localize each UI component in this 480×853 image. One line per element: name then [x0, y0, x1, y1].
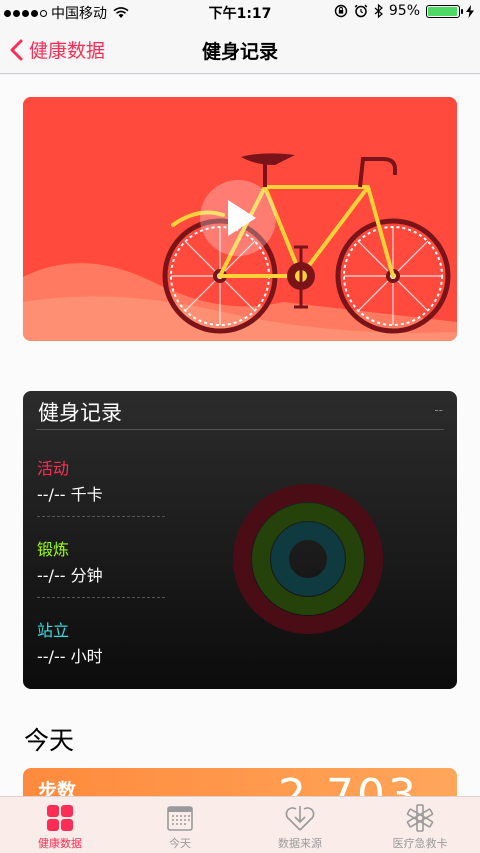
metric-exercise-label: 锻炼	[37, 540, 70, 559]
orientation-lock-icon	[334, 4, 348, 18]
status-bar: 中国移动 下午1:17 95%	[0, 0, 480, 24]
tab-label: 今天	[169, 837, 191, 850]
metric-stand-value: --/-- 小时	[37, 647, 103, 666]
divider	[37, 597, 165, 598]
metric-exercise: 锻炼 --/-- 分钟	[37, 536, 165, 586]
calendar-icon	[167, 806, 193, 831]
steps-value: 2,703	[278, 770, 419, 796]
battery-percent: 95%	[388, 3, 420, 19]
metric-move-label: 活动	[37, 459, 70, 478]
today-section-title: 今天	[24, 726, 75, 755]
asterisk-icon	[406, 804, 434, 832]
divider	[37, 516, 165, 517]
status-right: 95%	[334, 3, 474, 19]
divider	[36, 429, 444, 430]
bluetooth-icon	[374, 4, 383, 18]
heart-download-icon	[285, 806, 315, 831]
fitness-summary-card[interactable]: 健身记录 -- 活动 --/-- 千卡 锻炼 --/-- 分钟 站立 --/--…	[23, 391, 457, 689]
play-icon[interactable]	[200, 180, 276, 256]
navigation-bar: 健康数据 健身记录	[0, 24, 480, 74]
tab-label: 数据来源	[278, 837, 322, 850]
fitness-card-title: 健身记录	[38, 401, 122, 425]
tab-today[interactable]: 今天	[120, 797, 240, 853]
steps-label: 步数	[38, 780, 77, 796]
tab-health-data[interactable]: 健康数据	[0, 797, 120, 853]
grid-icon	[47, 805, 73, 831]
battery-level-fill	[428, 6, 457, 16]
bicycle-illustration	[23, 97, 457, 341]
tab-bar: 健康数据 今天 数据来源 医疗急救卡	[0, 796, 480, 853]
tab-label: 医疗急救卡	[392, 837, 448, 850]
metric-move-value: --/-- 千卡	[37, 485, 103, 504]
alarm-icon	[354, 4, 368, 18]
intro-video-card[interactable]	[23, 97, 457, 341]
metric-stand-label: 站立	[37, 621, 70, 640]
charging-icon	[466, 4, 474, 18]
page-title: 健身记录	[201, 41, 278, 63]
tab-medical-id[interactable]: 医疗急救卡	[360, 797, 480, 853]
metric-move: 活动 --/-- 千卡	[37, 455, 165, 505]
activity-rings-icon	[233, 484, 383, 634]
fitness-card-date: --	[434, 403, 443, 417]
metric-stand: 站立 --/-- 小时	[37, 617, 165, 667]
tab-label: 健康数据	[38, 837, 82, 850]
metric-exercise-value: --/-- 分钟	[37, 566, 103, 585]
battery-icon	[426, 4, 463, 18]
tab-sources[interactable]: 数据来源	[240, 797, 360, 853]
steps-card[interactable]: 步数 2,703	[23, 768, 457, 796]
main-content[interactable]: 健身记录 -- 活动 --/-- 千卡 锻炼 --/-- 分钟 站立 --/--…	[0, 75, 480, 796]
